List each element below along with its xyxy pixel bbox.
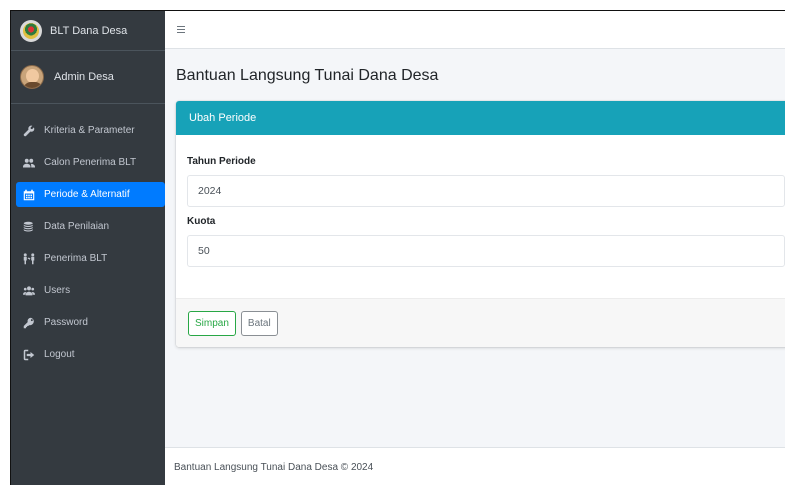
user-name: Admin Desa xyxy=(54,71,114,83)
tahun-periode-input[interactable]: 2024 xyxy=(187,175,785,207)
brand-title: BLT Dana Desa xyxy=(50,24,128,37)
sign-out-icon xyxy=(22,349,36,361)
topbar xyxy=(165,11,785,49)
sidebar-item-label: Periode & Alternatif xyxy=(44,189,130,200)
sidebar-item-kriteria[interactable]: Kriteria & Parameter xyxy=(16,118,165,143)
edit-period-card: Ubah Periode Tahun Periode 2024 Kuota 50… xyxy=(176,101,785,347)
sidebar-item-data-penilaian[interactable]: Data Penilaian xyxy=(16,214,165,239)
coins-icon xyxy=(22,221,36,233)
sidebar-item-calon-penerima[interactable]: Calon Penerima BLT xyxy=(16,150,165,175)
sidebar-nav: Kriteria & Parameter Calon Penerima BLT … xyxy=(11,104,165,367)
hamburger-icon[interactable] xyxy=(177,26,191,33)
card-title: Ubah Periode xyxy=(176,101,785,135)
sidebar-item-label: Users xyxy=(44,285,71,296)
sidebar-item-periode[interactable]: Periode & Alternatif xyxy=(16,182,165,207)
sidebar: BLT Dana Desa Admin Desa Kriteria & Para… xyxy=(11,11,165,485)
users-icon xyxy=(22,157,36,169)
sidebar-item-logout[interactable]: Logout xyxy=(16,342,165,367)
page-title: Bantuan Langsung Tunai Dana Desa xyxy=(176,67,439,84)
app-window: BLT Dana Desa Admin Desa Kriteria & Para… xyxy=(10,10,785,485)
user-group-icon xyxy=(22,285,36,297)
sidebar-item-password[interactable]: Password xyxy=(16,310,165,335)
main-content: Bantuan Langsung Tunai Dana Desa Ubah Pe… xyxy=(165,49,785,447)
kuota-label: Kuota xyxy=(187,216,216,227)
sidebar-item-users[interactable]: Users xyxy=(16,278,165,303)
cancel-button[interactable]: Batal xyxy=(240,310,278,336)
card-footer: Simpan Batal xyxy=(176,298,785,347)
sidebar-item-label: Logout xyxy=(44,349,75,360)
tahun-periode-label: Tahun Periode xyxy=(187,156,256,167)
brand-logo-icon xyxy=(20,19,42,42)
people-arrows-icon xyxy=(22,252,36,265)
card-body: Tahun Periode 2024 Kuota 50 xyxy=(176,135,785,267)
sidebar-item-label: Data Penilaian xyxy=(44,221,110,232)
brand-link[interactable]: BLT Dana Desa xyxy=(11,11,165,51)
sidebar-item-label: Calon Penerima BLT xyxy=(44,157,137,168)
user-panel[interactable]: Admin Desa xyxy=(11,51,165,104)
wrench-icon xyxy=(22,125,36,137)
sidebar-item-label: Penerima BLT xyxy=(44,253,108,264)
kuota-input[interactable]: 50 xyxy=(187,235,785,267)
calendar-icon xyxy=(22,189,36,201)
key-icon xyxy=(22,317,36,329)
avatar xyxy=(20,65,44,89)
sidebar-item-penerima[interactable]: Penerima BLT xyxy=(16,246,165,271)
page-footer: Bantuan Langsung Tunai Dana Desa © 2024 xyxy=(165,447,785,485)
sidebar-item-label: Kriteria & Parameter xyxy=(44,125,135,136)
sidebar-item-label: Password xyxy=(44,317,88,328)
save-button[interactable]: Simpan xyxy=(188,310,236,336)
